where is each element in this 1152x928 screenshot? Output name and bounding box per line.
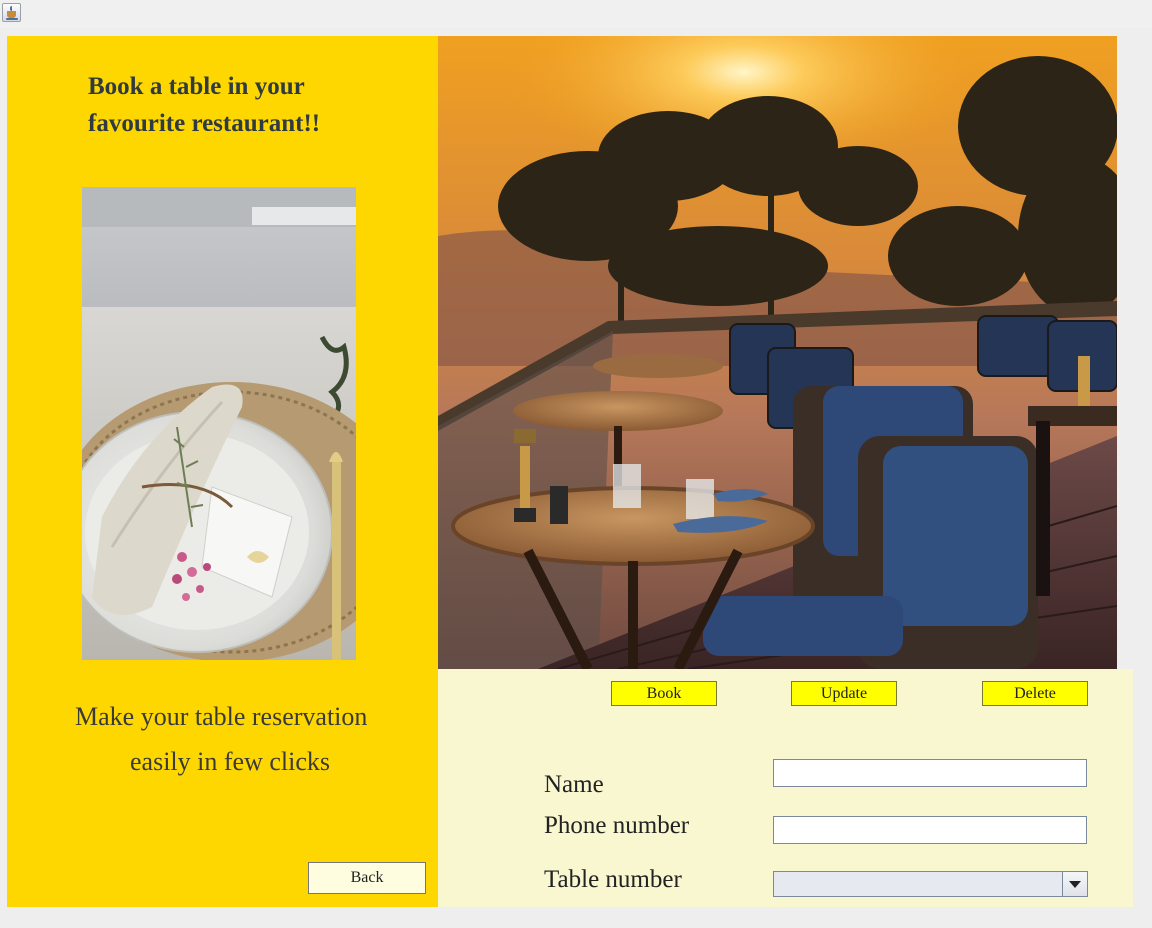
delete-button[interactable]: Delete	[982, 681, 1088, 706]
table-number-select[interactable]	[773, 871, 1088, 897]
name-label: Name	[544, 771, 604, 798]
headline: Book a table in your favourite restaurant…	[88, 68, 418, 142]
chevron-down-icon[interactable]	[1062, 872, 1087, 896]
update-button[interactable]: Update	[791, 681, 897, 706]
java-coffee-cup-icon[interactable]	[2, 3, 21, 22]
napkin-place-setting-photo	[82, 187, 356, 660]
sunset-restaurant-terrace-photo	[438, 36, 1117, 669]
headline-line-2: favourite restaurant!!	[88, 110, 321, 137]
table-number-label: Table number	[544, 866, 682, 893]
title-bar	[0, 0, 1152, 28]
tagline-line-2: easily in few clicks	[130, 747, 330, 776]
phone-number-field[interactable]	[773, 816, 1087, 844]
tagline-line-1: Make your table reservation	[75, 702, 368, 731]
back-button[interactable]: Back	[308, 862, 426, 894]
headline-line-1: Book a table in your	[88, 73, 305, 100]
phone-number-label: Phone number	[544, 812, 690, 839]
book-button[interactable]: Book	[611, 681, 717, 706]
name-field[interactable]	[773, 759, 1087, 787]
